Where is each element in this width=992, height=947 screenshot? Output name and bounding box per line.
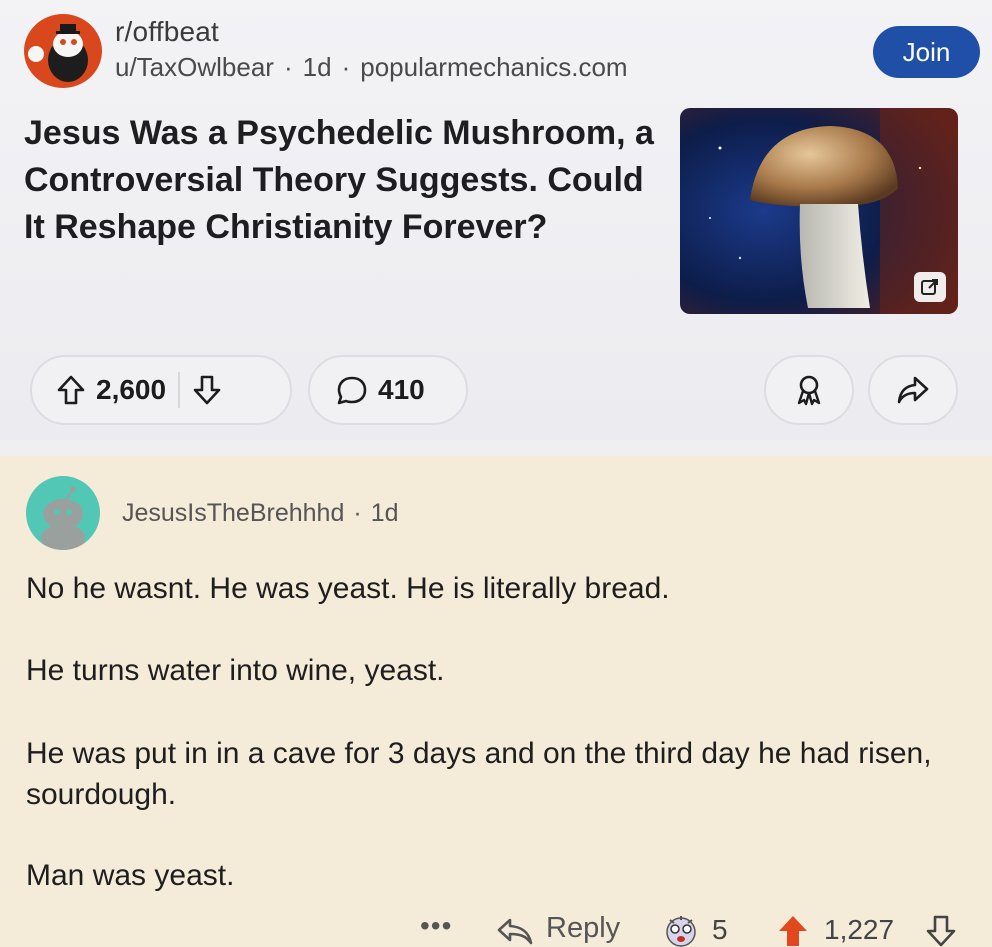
- external-link-icon[interactable]: [914, 272, 946, 302]
- upvote-count: 2,600: [96, 374, 167, 405]
- downvote-icon[interactable]: [192, 374, 222, 406]
- save-button[interactable]: [764, 355, 854, 425]
- award-count: 5: [712, 914, 728, 945]
- subreddit-avatar[interactable]: [24, 14, 102, 88]
- upvote-icon[interactable]: [56, 374, 86, 406]
- share-button[interactable]: [868, 355, 958, 425]
- reply-button[interactable]: Reply: [546, 912, 620, 945]
- post-title[interactable]: Jesus Was a Psychedelic Mushroom, a Cont…: [24, 110, 664, 251]
- comment-paragraph: No he wasnt. He was yeast. He is literal…: [26, 572, 670, 605]
- comment-icon: [336, 374, 368, 406]
- vote-bar: 2,600: [30, 355, 292, 425]
- save-icon: [792, 373, 826, 407]
- award-icon[interactable]: [662, 914, 700, 947]
- separator-dot: ·: [283, 52, 293, 82]
- post-card: r/offbeat u/TaxOwlbear · 1d · popularmechani…: [0, 0, 992, 440]
- commenter-avatar[interactable]: [26, 476, 100, 550]
- comment-actions: ••• Reply 5 1,227: [0, 908, 992, 947]
- vote-divider: [178, 372, 181, 408]
- join-button[interactable]: Join: [873, 26, 980, 78]
- post-author[interactable]: u/TaxOwlbear: [115, 52, 274, 82]
- comments-button[interactable]: 410: [308, 355, 468, 425]
- comment-meta: JesusIsTheBrehhhd · 1d: [122, 499, 399, 528]
- comment-paragraph: Man was yeast.: [26, 859, 235, 892]
- subreddit-name[interactable]: r/offbeat: [115, 16, 219, 48]
- post-meta: u/TaxOwlbear · 1d · popularmechanics.com: [115, 52, 628, 83]
- comment-age: 1d: [370, 499, 399, 527]
- comment-paragraph: He was put in in a cave for 3 days and o…: [26, 737, 932, 811]
- downvote-icon[interactable]: [924, 914, 958, 947]
- separator-dot: ·: [341, 52, 351, 82]
- more-options-button[interactable]: •••: [420, 910, 452, 942]
- comment-count: 410: [378, 374, 425, 405]
- post-thumbnail[interactable]: [680, 108, 958, 314]
- comment-author[interactable]: JesusIsTheBrehhhd: [122, 499, 344, 527]
- share-icon: [896, 374, 930, 406]
- upvote-icon[interactable]: [776, 914, 810, 947]
- comment-score: 1,227: [824, 914, 895, 945]
- post-domain[interactable]: popularmechanics.com: [360, 52, 627, 82]
- comment-paragraph: He turns water into wine, yeast.: [26, 654, 445, 687]
- post-age: 1d: [302, 52, 332, 82]
- reply-icon[interactable]: [496, 916, 534, 947]
- separator-dot: ·: [353, 499, 362, 527]
